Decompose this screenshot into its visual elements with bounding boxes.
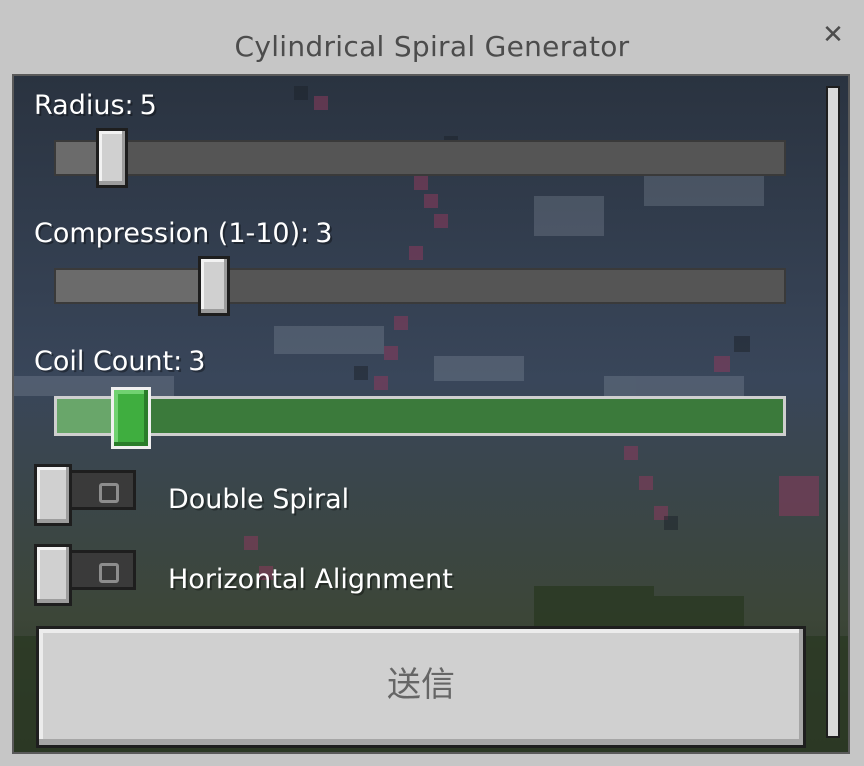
compression-slider-fill xyxy=(56,270,218,302)
double-spiral-label: Double Spiral xyxy=(168,484,350,515)
radius-label: Radius: 5 xyxy=(34,90,157,121)
coil-count-label-text: Coil Count: xyxy=(34,346,183,377)
toggle-off-icon xyxy=(99,483,119,503)
form-panel: Radius: 5 Compression (1-10): 3 Coil Count… xyxy=(12,74,850,754)
coil-count-slider[interactable] xyxy=(54,387,786,449)
title-bar: Cylindrical Spiral Generator ✕ xyxy=(0,0,864,74)
compression-label-text: Compression (1-10): xyxy=(34,218,310,249)
scrollbar[interactable] xyxy=(826,86,840,738)
horizontal-alignment-toggle[interactable] xyxy=(34,544,136,606)
submit-button[interactable]: 送信 xyxy=(36,626,806,748)
toggle-thumb[interactable] xyxy=(34,544,72,606)
radius-value: 5 xyxy=(139,90,157,121)
horizontal-alignment-label: Horizontal Alignment xyxy=(168,564,453,595)
compression-slider[interactable] xyxy=(54,256,786,316)
coil-count-slider-fill xyxy=(57,399,117,433)
radius-slider-knob[interactable] xyxy=(96,128,128,188)
coil-count-label: Coil Count: 3 xyxy=(34,346,205,377)
coil-count-slider-knob[interactable] xyxy=(111,387,151,449)
toggle-thumb[interactable] xyxy=(34,464,72,526)
compression-slider-knob[interactable] xyxy=(198,256,230,316)
coil-count-value: 3 xyxy=(188,346,206,377)
double-spiral-toggle[interactable] xyxy=(34,464,136,526)
radius-slider[interactable] xyxy=(54,128,786,188)
toggle-off-icon xyxy=(99,563,119,583)
compression-value: 3 xyxy=(315,218,333,249)
close-icon[interactable]: ✕ xyxy=(820,22,846,48)
window-title: Cylindrical Spiral Generator xyxy=(234,30,630,63)
compression-label: Compression (1-10): 3 xyxy=(34,218,332,249)
radius-label-text: Radius: xyxy=(34,90,134,121)
